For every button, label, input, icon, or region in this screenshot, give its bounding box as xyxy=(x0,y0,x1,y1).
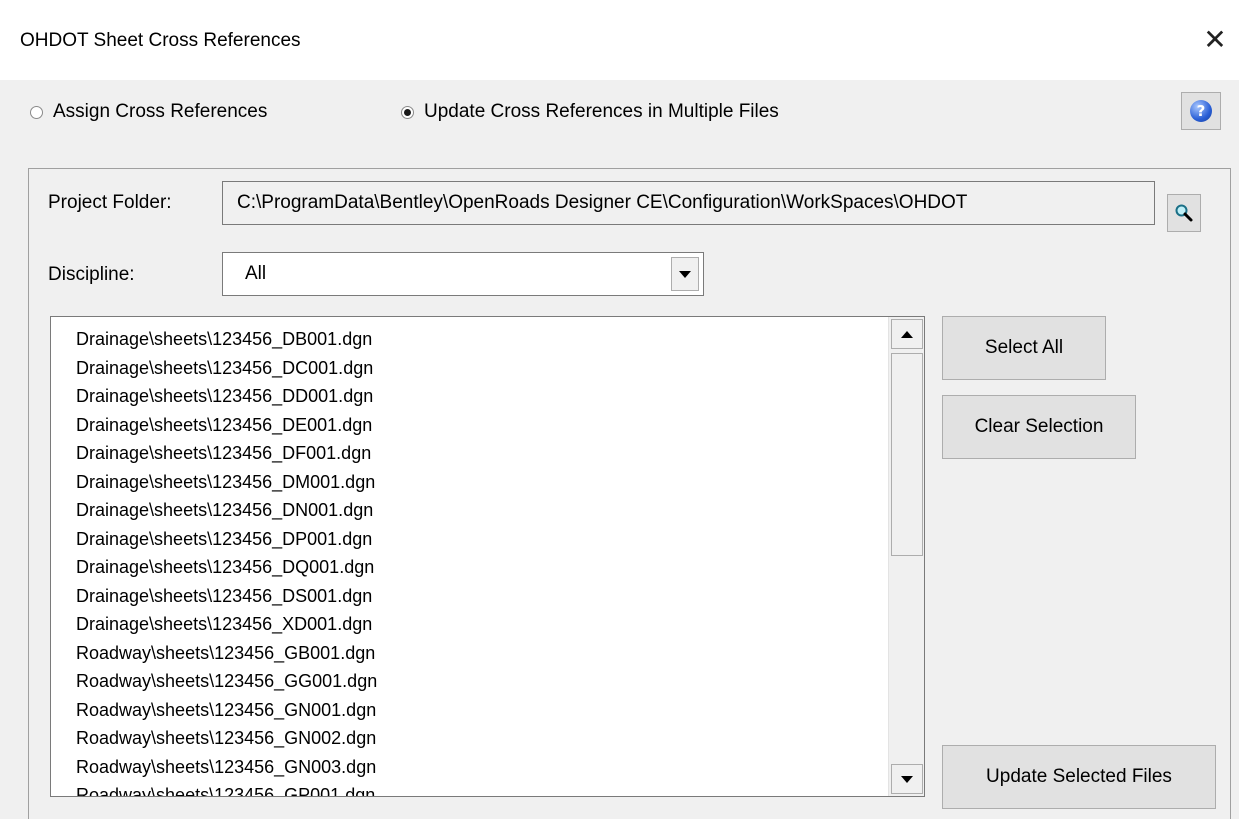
scroll-up-button[interactable] xyxy=(891,319,923,349)
list-item[interactable]: Roadway\sheets\123456_GG001.dgn xyxy=(76,667,377,696)
list-item[interactable]: Drainage\sheets\123456_DE001.dgn xyxy=(76,411,377,440)
list-item[interactable]: Drainage\sheets\123456_DF001.dgn xyxy=(76,439,377,468)
list-item[interactable]: Roadway\sheets\123456_GN002.dgn xyxy=(76,724,377,753)
radio-assign-cross-references[interactable]: Assign Cross References xyxy=(30,100,267,124)
list-item[interactable]: Roadway\sheets\123456_GP001.dgn xyxy=(76,781,377,796)
file-listbox[interactable]: Drainage\sheets\123456_DB001.dgn Drainage… xyxy=(50,316,925,797)
dropdown-arrow-button[interactable] xyxy=(671,257,699,291)
project-folder-label: Project Folder: xyxy=(48,192,172,213)
vertical-scrollbar[interactable] xyxy=(888,317,924,796)
window-title: OHDOT Sheet Cross References xyxy=(20,30,301,51)
help-button[interactable]: ? xyxy=(1181,92,1221,130)
project-folder-field[interactable]: C:\ProgramData\Bentley\OpenRoads Designe… xyxy=(222,181,1155,225)
discipline-dropdown[interactable]: All xyxy=(222,252,704,296)
help-icon: ? xyxy=(1190,100,1212,122)
list-item[interactable]: Drainage\sheets\123456_XD001.dgn xyxy=(76,610,377,639)
chevron-down-icon xyxy=(679,270,691,278)
list-item[interactable]: Drainage\sheets\123456_DB001.dgn xyxy=(76,325,377,354)
radio-label: Update Cross References in Multiple File… xyxy=(424,101,779,122)
list-item[interactable]: Drainage\sheets\123456_DM001.dgn xyxy=(76,468,377,497)
list-item[interactable]: Drainage\sheets\123456_DS001.dgn xyxy=(76,582,377,611)
radio-update-multiple-files[interactable]: Update Cross References in Multiple File… xyxy=(401,100,779,124)
update-selected-files-button[interactable]: Update Selected Files xyxy=(942,745,1216,809)
title-bar: OHDOT Sheet Cross References ✕ xyxy=(0,0,1239,80)
discipline-value: All xyxy=(245,263,267,284)
select-all-button[interactable]: Select All xyxy=(942,316,1106,380)
browse-folder-button[interactable] xyxy=(1167,194,1201,232)
clear-selection-button[interactable]: Clear Selection xyxy=(942,395,1136,459)
arrow-up-icon xyxy=(901,330,913,338)
scroll-thumb[interactable] xyxy=(891,353,923,556)
list-item[interactable]: Drainage\sheets\123456_DQ001.dgn xyxy=(76,553,377,582)
search-icon xyxy=(1175,204,1193,222)
radio-label: Assign Cross References xyxy=(53,101,268,122)
list-item[interactable]: Roadway\sheets\123456_GN001.dgn xyxy=(76,696,377,725)
list-item[interactable]: Drainage\sheets\123456_DP001.dgn xyxy=(76,525,377,554)
list-item[interactable]: Roadway\sheets\123456_GN003.dgn xyxy=(76,753,377,782)
list-item[interactable]: Drainage\sheets\123456_DN001.dgn xyxy=(76,496,377,525)
arrow-down-icon xyxy=(901,775,913,783)
list-item[interactable]: Drainage\sheets\123456_DC001.dgn xyxy=(76,354,377,383)
discipline-label: Discipline: xyxy=(48,264,135,285)
radio-button-icon xyxy=(30,105,43,119)
list-item[interactable]: Drainage\sheets\123456_DD001.dgn xyxy=(76,382,377,411)
scroll-down-button[interactable] xyxy=(891,764,923,794)
radio-button-selected-icon xyxy=(401,105,414,119)
list-item[interactable]: Roadway\sheets\123456_GB001.dgn xyxy=(76,639,377,668)
file-list-items: Drainage\sheets\123456_DB001.dgn Drainage… xyxy=(76,325,377,796)
close-icon[interactable]: ✕ xyxy=(1200,24,1230,56)
